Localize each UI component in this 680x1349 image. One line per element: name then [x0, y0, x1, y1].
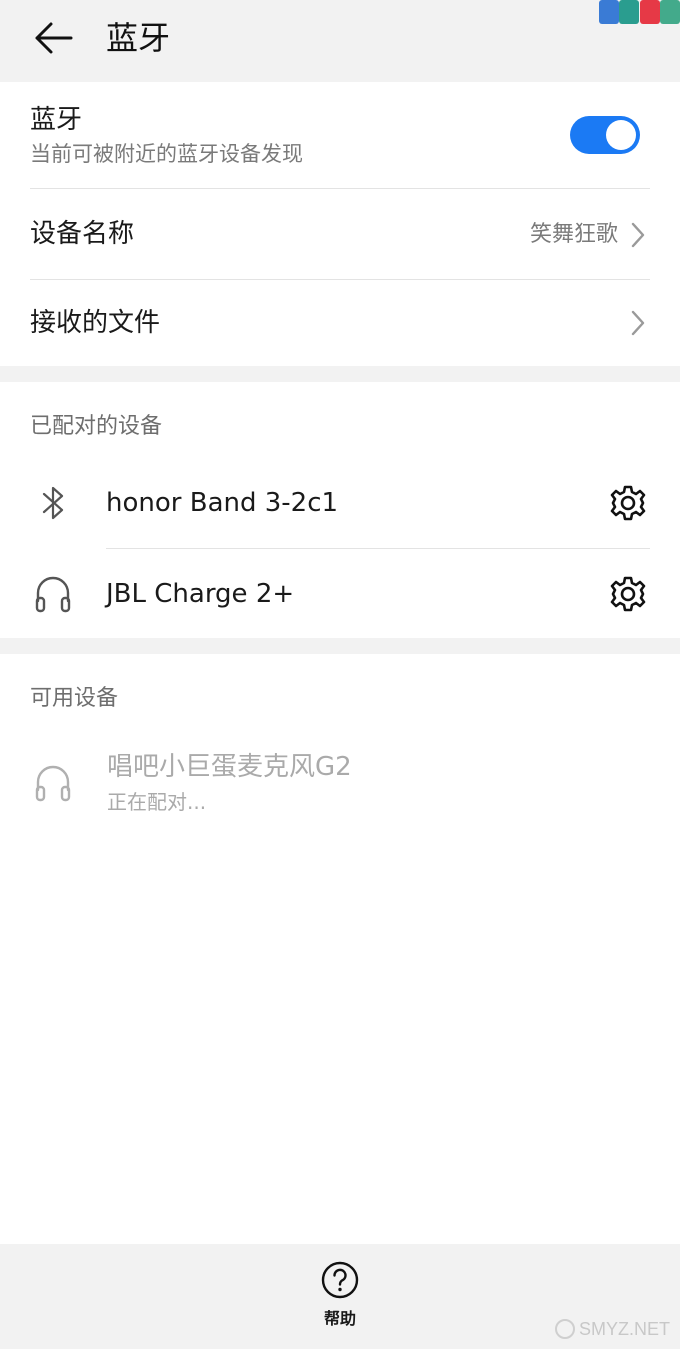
- paired-devices-section-title: 已配对的设备: [30, 414, 163, 439]
- pairing-status-text: 正在配对...: [107, 790, 207, 814]
- available-device-name: 唱吧小巨蛋麦克风G2: [107, 752, 352, 782]
- available-devices-card: 可用设备 唱吧小巨蛋麦克风G2 正在配对...: [0, 654, 680, 1244]
- corner-sticker-image: [598, 0, 680, 26]
- sticker-face-2: [619, 0, 639, 24]
- device-name-label: 设备名称: [30, 219, 135, 249]
- bluetooth-settings-screen: 蓝牙 蓝牙 当前可被附近的蓝牙设备发现 设备名称 笑舞狂歌 接收的文件 已配对的…: [0, 0, 680, 1349]
- paired-device-name: JBL Charge 2+: [106, 579, 295, 609]
- available-devices-section-title: 可用设备: [30, 686, 119, 711]
- headset-icon: [35, 765, 71, 802]
- paired-devices-card: 已配对的设备 honor Band 3-2c1 JBL Charge 2+: [0, 382, 680, 638]
- sticker-face-4: [660, 0, 680, 24]
- bluetooth-visibility-text: 当前可被附近的蓝牙设备发现: [30, 142, 303, 166]
- question-circle-icon: [321, 1261, 359, 1299]
- available-device-row[interactable]: [0, 730, 680, 840]
- headset-icon: [35, 576, 71, 613]
- bottom-toolbar: 帮助 SMYZ.NET: [0, 1244, 680, 1349]
- bluetooth-toggle-switch[interactable]: [570, 116, 640, 154]
- device-name-row[interactable]: 设备名称 笑舞狂歌: [0, 189, 680, 279]
- page-title: 蓝牙: [106, 19, 171, 57]
- device-name-value: 笑舞狂歌: [529, 222, 618, 247]
- paired-device-row[interactable]: JBL Charge 2+: [0, 549, 680, 638]
- help-button[interactable]: 帮助: [300, 1258, 380, 1334]
- app-header: 蓝牙: [0, 0, 680, 82]
- bluetooth-icon: [42, 486, 64, 520]
- gear-icon[interactable]: [608, 574, 648, 614]
- watermark-text: SMYZ.NET: [578, 1319, 670, 1339]
- help-label: 帮助: [323, 1309, 356, 1328]
- sticker-face-1: [598, 0, 619, 24]
- bluetooth-label: 蓝牙: [30, 105, 83, 135]
- watermark: SMYZ.NET: [554, 1317, 670, 1341]
- back-button[interactable]: [30, 18, 76, 58]
- bluetooth-main-card: 蓝牙 当前可被附近的蓝牙设备发现 设备名称 笑舞狂歌 接收的文件: [0, 82, 680, 366]
- gear-icon[interactable]: [608, 483, 648, 523]
- sticker-face-3: [639, 0, 660, 24]
- paired-device-row[interactable]: honor Band 3-2c1: [0, 458, 680, 548]
- received-files-row[interactable]: 接收的文件: [0, 280, 680, 366]
- chevron-right-icon: [631, 310, 645, 336]
- received-files-label: 接收的文件: [30, 308, 161, 338]
- arrow-left-icon: [35, 22, 73, 54]
- watermark-logo-icon: [554, 1319, 575, 1339]
- chevron-right-icon: [631, 222, 645, 248]
- toggle-knob: [606, 120, 636, 150]
- bluetooth-toggle-row[interactable]: 蓝牙 当前可被附近的蓝牙设备发现: [0, 82, 680, 188]
- paired-device-name: honor Band 3-2c1: [106, 488, 339, 518]
